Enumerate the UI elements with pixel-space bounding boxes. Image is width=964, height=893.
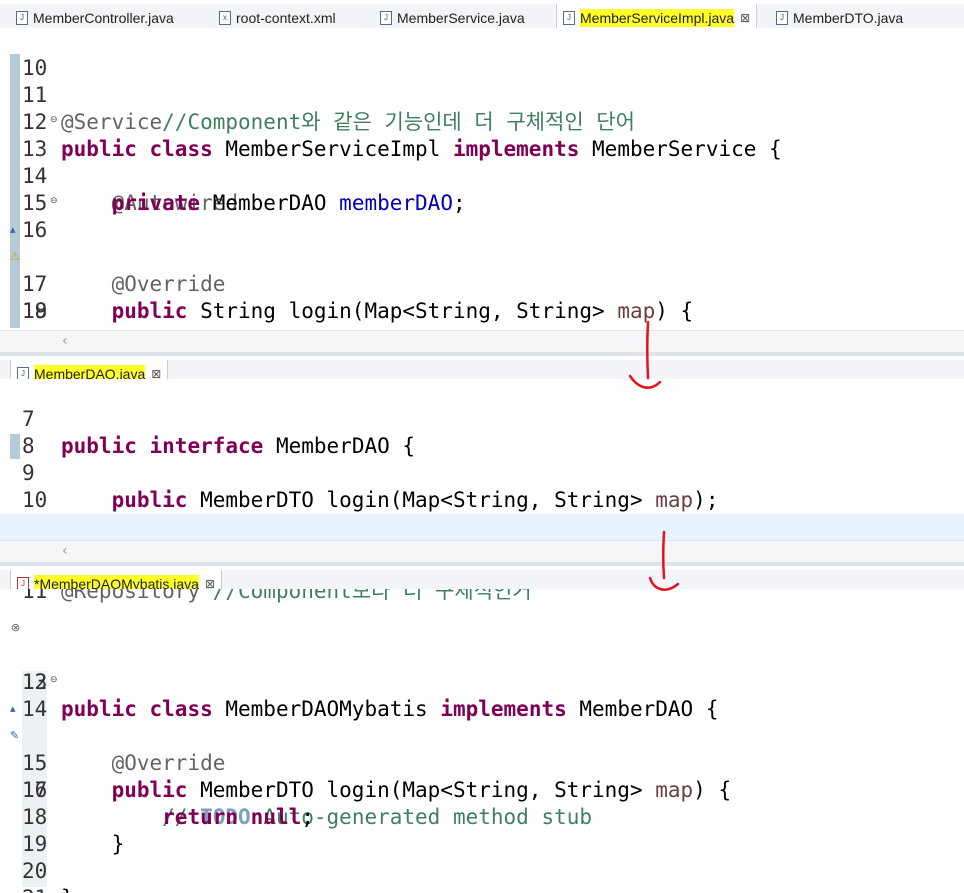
editor-pane-memberdaomybatis[interactable]: 11 @Repository //Component보다 더 구체적인거 ⊗ 1… <box>0 589 964 893</box>
code-line: 18 } <box>22 805 125 856</box>
code-line: ▴ 15 public MemberDTO login(Map<String, … <box>0 696 964 802</box>
code-line: 16 ⊖ @Override <box>0 190 964 296</box>
horizontal-scrollbar[interactable]: ‹ <box>0 540 964 563</box>
error-marker-icon[interactable]: ⊗ <box>11 615 20 641</box>
java-file-icon: J <box>776 11 788 25</box>
code-line: 10 <box>22 56 48 80</box>
code-line: 19 return null; <box>22 299 314 328</box>
code-line: 12 public class MemberServiceImpl implem… <box>22 110 782 161</box>
horizontal-scrollbar[interactable]: ‹ <box>0 330 964 353</box>
pane-divider[interactable] <box>0 562 964 566</box>
code-line: 7 public interface MemberDAO { <box>22 407 416 458</box>
editor-pane-memberserviceimpl[interactable]: 10 11 @Service//Component와 같은 기능인데 더 구체적… <box>0 28 964 328</box>
code-line: ⚠ 18 MemberDTO memberDTO = memberDAO.log… <box>0 244 964 328</box>
code-line: 19 <box>22 832 48 856</box>
code-line: 13 ⊖ @Autowired <box>0 109 964 215</box>
code-line: 8 <box>22 434 35 458</box>
code-line: 14 private MemberDAO memberDAO; <box>22 164 466 215</box>
code-line: 9 public MemberDTO login(Map<String, Str… <box>22 461 719 512</box>
override-marker-icon[interactable]: ▴ <box>10 696 16 722</box>
chevron-left-icon[interactable]: ‹ <box>62 543 68 559</box>
xml-file-icon: x <box>219 11 231 25</box>
java-file-icon: J <box>16 11 28 25</box>
code-line: 11 } <box>0 487 964 539</box>
code-line: 20 } <box>0 298 964 328</box>
chevron-left-icon[interactable]: ‹ <box>62 333 68 349</box>
code-line: 15 <box>22 191 48 215</box>
code-line: 13 <box>22 670 48 694</box>
close-icon[interactable]: ⊠ <box>740 11 750 25</box>
java-file-icon: J <box>380 11 392 25</box>
fold-icon[interactable]: ⊖ <box>50 190 58 212</box>
editor-pane-memberdao[interactable]: 7 public interface MemberDAO { 8 9 publi… <box>0 379 964 542</box>
fold-icon[interactable]: ⊖ <box>50 109 58 131</box>
fold-icon[interactable]: ⊖ <box>50 669 58 691</box>
override-marker-icon[interactable]: ▴ <box>10 217 16 243</box>
red-arrow-annotation <box>648 530 680 591</box>
code-line: 14 ⊖ @Override <box>0 669 964 775</box>
code-line-current: 12 <box>0 514 964 542</box>
code-line: ⊗ 12 public class MemberDAOMybatis imple… <box>0 615 964 721</box>
warning-icon[interactable]: ⚠ <box>10 244 20 270</box>
task-marker-icon[interactable]: ✎ <box>10 723 19 749</box>
code-line: 10 <box>22 488 48 512</box>
java-file-icon: J <box>563 11 575 25</box>
code-line: ✎ 16 // TODO Auto-generated method stub <box>0 723 964 829</box>
pane-divider[interactable] <box>0 352 964 356</box>
code-line: ▴ 17 public String login(Map<String, Str… <box>0 217 964 323</box>
red-arrow-annotation <box>628 320 662 389</box>
code-line: 21 <box>0 858 964 893</box>
code-line: 11 @Service//Component와 같은 기능인데 더 구체적인 단… <box>22 83 635 134</box>
code-line: 20 } <box>22 859 74 893</box>
code-line: 17 return null; <box>22 778 314 829</box>
code-line: 11 @Repository //Component보다 더 구체적인거 <box>22 589 532 603</box>
